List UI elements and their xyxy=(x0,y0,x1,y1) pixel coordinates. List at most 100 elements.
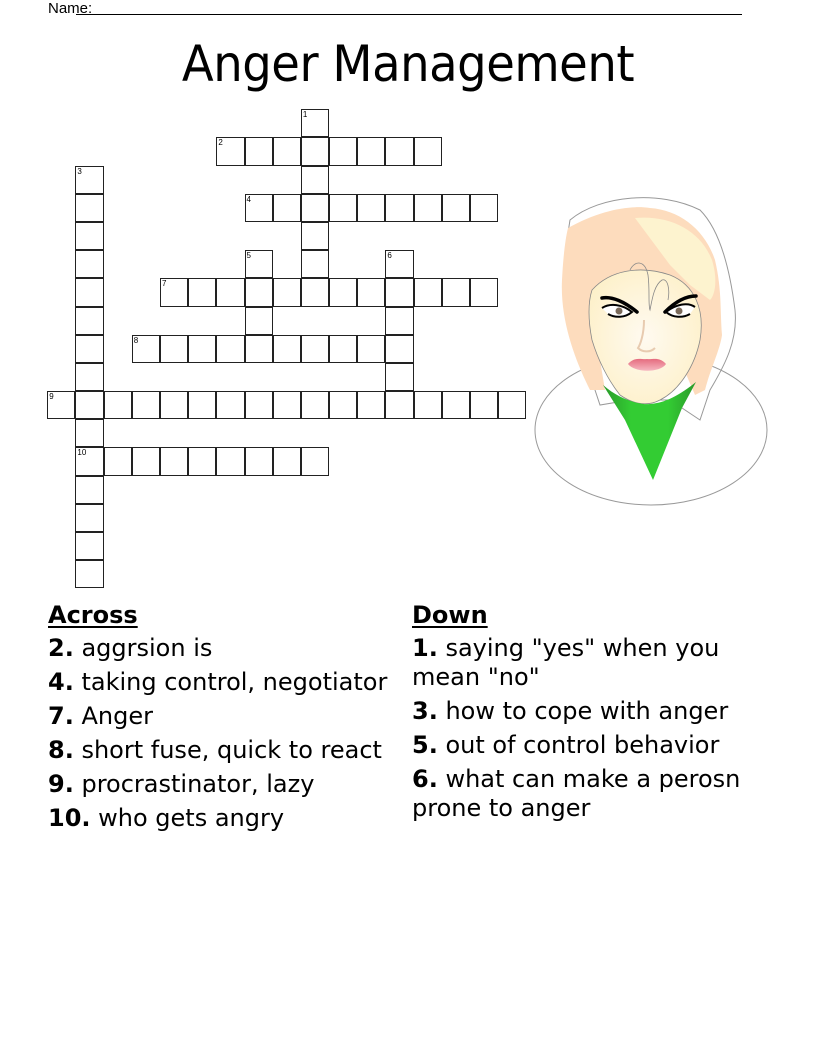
cell-number: 8 xyxy=(133,335,139,345)
across-heading: Across xyxy=(48,601,138,629)
grid-cell[interactable] xyxy=(75,193,104,222)
grid-cell[interactable] xyxy=(216,447,245,476)
grid-cell[interactable] xyxy=(188,447,217,476)
grid-cell[interactable]: 1 xyxy=(300,109,330,138)
grid-cell[interactable] xyxy=(413,137,442,166)
grid-cell[interactable] xyxy=(300,193,330,222)
grid-cell[interactable] xyxy=(103,391,132,420)
grid-cell[interactable]: 8 xyxy=(131,334,160,363)
grid-cell[interactable] xyxy=(300,165,330,194)
grid-cell[interactable]: 9 xyxy=(47,391,76,420)
across-clue-2: 2. aggrsion is xyxy=(48,634,388,663)
grid-cell[interactable] xyxy=(469,193,499,222)
grid-cell[interactable] xyxy=(272,447,301,476)
grid-cell[interactable] xyxy=(441,278,470,307)
grid-cell[interactable] xyxy=(159,334,189,363)
grid-cell[interactable] xyxy=(329,193,358,222)
grid-cell[interactable] xyxy=(329,137,358,166)
grid-cell[interactable]: 3 xyxy=(75,165,104,194)
grid-cell[interactable]: 4 xyxy=(244,193,273,222)
grid-cell[interactable] xyxy=(103,447,132,476)
grid-cell[interactable] xyxy=(413,193,442,222)
grid-cell[interactable]: 2 xyxy=(216,137,245,166)
grid-cell[interactable] xyxy=(357,193,386,222)
grid-cell[interactable] xyxy=(300,447,330,476)
grid-cell[interactable] xyxy=(75,278,104,307)
grid-cell[interactable] xyxy=(357,278,386,307)
grid-cell[interactable] xyxy=(75,419,104,448)
clue-number: 6. xyxy=(412,765,438,793)
grid-cell[interactable] xyxy=(159,447,189,476)
grid-cell[interactable] xyxy=(244,391,273,420)
grid-cell[interactable]: 10 xyxy=(75,447,104,476)
grid-cell[interactable] xyxy=(272,334,301,363)
grid-cell[interactable] xyxy=(272,137,301,166)
grid-cell[interactable] xyxy=(75,475,104,504)
grid-cell[interactable] xyxy=(385,278,414,307)
grid-cell[interactable] xyxy=(300,391,330,420)
grid-cell[interactable] xyxy=(469,391,499,420)
grid-cell[interactable] xyxy=(385,137,414,166)
grid-cell[interactable] xyxy=(272,391,301,420)
grid-cell[interactable] xyxy=(216,278,245,307)
grid-cell[interactable]: 5 xyxy=(244,250,273,279)
grid-cell[interactable] xyxy=(131,447,160,476)
grid-cell[interactable] xyxy=(131,391,160,420)
grid-cell[interactable] xyxy=(244,447,273,476)
grid-cell[interactable] xyxy=(498,391,527,420)
clue-text: procrastinator, lazy xyxy=(81,770,315,798)
grid-cell[interactable] xyxy=(441,193,470,222)
grid-cell[interactable] xyxy=(75,362,104,392)
grid-cell[interactable] xyxy=(329,391,358,420)
grid-cell[interactable] xyxy=(357,391,386,420)
grid-cell[interactable] xyxy=(469,278,499,307)
clue-number: 10. xyxy=(48,804,91,832)
grid-cell[interactable] xyxy=(75,531,104,561)
clue-text: who gets angry xyxy=(98,804,285,832)
grid-cell[interactable] xyxy=(300,221,330,251)
grid-cell[interactable] xyxy=(385,391,414,420)
grid-cell[interactable] xyxy=(244,334,273,363)
grid-cell[interactable] xyxy=(75,250,104,279)
cell-number: 9 xyxy=(49,392,54,402)
grid-cell[interactable] xyxy=(385,193,414,222)
across-clue-9: 9. procrastinator, lazy xyxy=(48,770,388,799)
grid-cell[interactable] xyxy=(244,137,273,166)
grid-cell[interactable] xyxy=(75,560,104,589)
grid-cell[interactable] xyxy=(75,503,104,532)
grid-cell[interactable] xyxy=(441,391,470,420)
down-clue-3: 3. how to cope with anger xyxy=(412,697,742,726)
grid-cell[interactable] xyxy=(272,193,301,222)
clue-text: out of control behavior xyxy=(445,731,720,759)
grid-cell[interactable] xyxy=(244,306,273,335)
name-field: Name: xyxy=(48,0,92,18)
grid-cell[interactable] xyxy=(75,306,104,335)
grid-cell[interactable] xyxy=(329,334,358,363)
grid-cell[interactable] xyxy=(329,278,358,307)
grid-cell[interactable] xyxy=(413,278,442,307)
grid-cell[interactable] xyxy=(300,278,330,307)
grid-cell[interactable] xyxy=(385,334,414,363)
grid-cell[interactable] xyxy=(357,334,386,363)
grid-cell[interactable] xyxy=(300,250,330,279)
grid-cell[interactable] xyxy=(300,137,330,166)
grid-cell[interactable]: 7 xyxy=(159,278,189,307)
grid-cell[interactable] xyxy=(75,221,104,251)
grid-cell[interactable] xyxy=(385,306,414,335)
grid-cell[interactable] xyxy=(188,391,217,420)
grid-cell[interactable] xyxy=(272,278,301,307)
grid-cell[interactable]: 6 xyxy=(385,250,414,279)
grid-cell[interactable] xyxy=(188,278,217,307)
grid-cell[interactable] xyxy=(300,334,330,363)
grid-cell[interactable] xyxy=(159,391,189,420)
grid-cell[interactable] xyxy=(75,334,104,363)
grid-cell[interactable] xyxy=(216,391,245,420)
grid-cell[interactable] xyxy=(188,334,217,363)
grid-cell[interactable] xyxy=(75,391,104,420)
grid-cell[interactable] xyxy=(385,362,414,392)
grid-cell[interactable] xyxy=(413,391,442,420)
grid-cell[interactable] xyxy=(244,278,273,307)
grid-cell[interactable] xyxy=(357,137,386,166)
name-blank-line[interactable] xyxy=(76,14,742,15)
grid-cell[interactable] xyxy=(216,334,245,363)
